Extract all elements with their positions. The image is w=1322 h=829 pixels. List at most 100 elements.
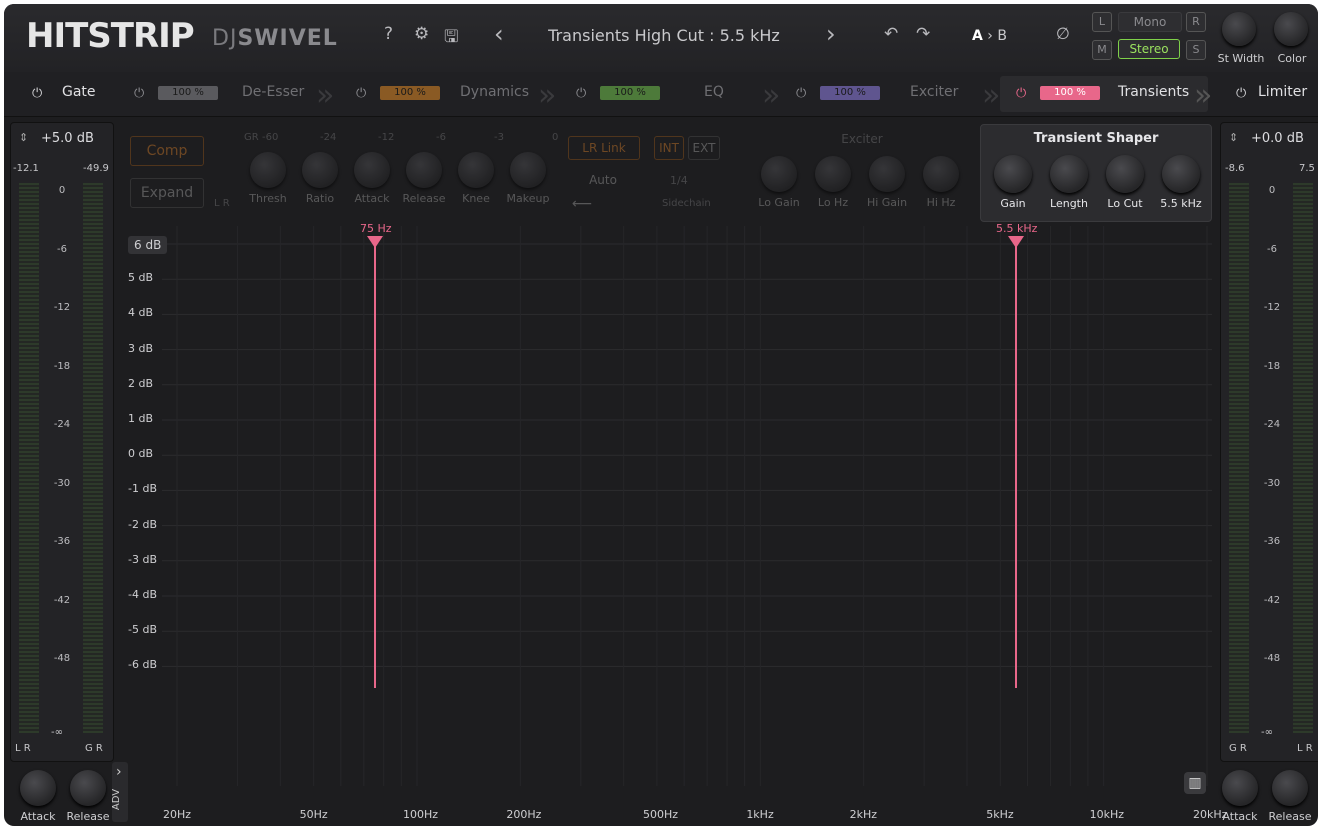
settings-icon[interactable]: ⚙ <box>414 24 429 44</box>
piano-icon[interactable]: ▥ <box>1184 772 1206 794</box>
gate-release-knob[interactable] <box>70 770 106 806</box>
attack-label: Attack <box>20 810 56 823</box>
lr-link-button[interactable]: LR Link <box>568 136 640 160</box>
hz-label: 2kHz <box>849 808 878 821</box>
module-tabs: ⏻ Gate ⏻ 100 % De-Esser » ⏻ 100 % Dynami… <box>4 72 1318 117</box>
tab-eq[interactable]: EQ <box>704 84 724 100</box>
comp-button[interactable]: Comp <box>130 136 204 166</box>
knob-label: Makeup <box>506 192 550 205</box>
preset-title[interactable]: Transients High Cut : 5.5 kHz <box>514 26 814 45</box>
ab-separator: › <box>982 28 998 44</box>
chevron-right-icon: » <box>316 78 335 113</box>
gr-scale: -60 -24 -12 -6 -3 0 <box>262 132 558 146</box>
release-arrow-icon: ⟵ <box>572 196 593 212</box>
5-5-khz-knob[interactable] <box>1162 155 1200 193</box>
meter-scale: 0 -6 -12 -18 -24 -30 -36 -42 -48 <box>49 123 75 723</box>
gate-power-icon[interactable]: ⏻ <box>32 86 42 101</box>
dynamics-power-icon[interactable]: ⏻ <box>356 86 366 101</box>
hi-hz-knob[interactable] <box>923 156 959 192</box>
expand-button[interactable]: Expand <box>130 178 204 208</box>
length-knob[interactable] <box>1050 155 1088 193</box>
save-icon[interactable]: 🖫 <box>444 24 458 53</box>
undo-icon[interactable]: ↶ <box>884 24 898 44</box>
knob-label: Lo Hz <box>817 196 849 209</box>
attack-knob[interactable] <box>354 152 390 188</box>
chevron-right-icon: » <box>762 78 781 113</box>
tab-limiter[interactable]: Limiter <box>1258 84 1307 100</box>
db-label: 3 dB <box>128 341 154 355</box>
lo-cut-knob[interactable] <box>1106 155 1144 193</box>
transient-shaper-panel: Transient Shaper Gain Length Lo Cut 5.5 kHz <box>980 124 1212 222</box>
adv-toggle[interactable]: › ADV <box>111 762 128 822</box>
adv-chevron-icon: › <box>116 764 122 780</box>
meter-scale-tick: -6 <box>1267 243 1277 255</box>
lo-gain-knob[interactable] <box>761 156 797 192</box>
brand-dj: DJ <box>212 26 238 51</box>
meter-scale-tick: 0 <box>1268 185 1276 196</box>
chevron-right-icon: » <box>982 78 1001 113</box>
thresh-knob[interactable] <box>250 152 286 188</box>
limiter-release-knob[interactable] <box>1272 770 1308 806</box>
knob-label: Hi Hz <box>926 196 956 209</box>
prev-preset-icon[interactable]: ‹ <box>494 20 504 48</box>
knee-knob[interactable] <box>458 152 494 188</box>
ab-compare[interactable]: A › B <box>972 28 1007 44</box>
lo-hz-knob[interactable] <box>815 156 851 192</box>
mid-button[interactable]: M <box>1092 40 1112 60</box>
stereo-width-knob[interactable] <box>1222 12 1256 46</box>
makeup-knob[interactable] <box>510 152 546 188</box>
color-knob[interactable] <box>1274 12 1308 46</box>
exciter-power-icon[interactable]: ⏻ <box>796 86 806 101</box>
ratio-knob[interactable] <box>302 152 338 188</box>
chevron-right-icon: » <box>1194 78 1213 113</box>
knob-label: Release <box>402 192 446 205</box>
mono-button[interactable]: Mono <box>1118 12 1182 32</box>
sidechain-rate[interactable]: 1/4 <box>670 174 688 187</box>
spectrum-plot[interactable]: 6 dB 5 dB 4 dB 3 dB 2 dB 1 dB 0 dB -1 dB -2 dB -3… <box>122 226 1212 786</box>
tab-deesser[interactable]: De-Esser <box>242 84 304 100</box>
gain-stepper-icon[interactable]: ⇕ <box>1229 131 1238 144</box>
limiter-attack-knob[interactable] <box>1222 770 1258 806</box>
tab-gate[interactable]: Gate <box>62 84 96 100</box>
eq-power-icon[interactable]: ⏻ <box>576 86 586 101</box>
level-meter-bar <box>19 183 39 733</box>
exciter-mix[interactable]: 100 % <box>820 86 880 100</box>
gate-attack-knob[interactable] <box>20 770 56 806</box>
deesser-mix[interactable]: 100 % <box>158 86 218 100</box>
tab-transients[interactable]: Transients <box>1118 84 1189 100</box>
stereo-width-label: St Width <box>1217 52 1265 65</box>
knob-label: Length <box>1050 197 1088 210</box>
int-button[interactable]: INT <box>654 136 684 160</box>
gain-stepper-icon[interactable]: ⇕ <box>19 131 28 144</box>
transients-mix[interactable]: 100 % <box>1040 86 1100 100</box>
auto-button[interactable]: Auto <box>568 170 638 190</box>
high-cut-marker-label: 5.5 kHz <box>996 222 1038 235</box>
tab-exciter[interactable]: Exciter <box>910 84 958 100</box>
gr-meter-bar <box>83 183 103 733</box>
high-cut-marker-line[interactable] <box>1015 244 1017 688</box>
tab-dynamics[interactable]: Dynamics <box>460 84 529 100</box>
deesser-power-icon[interactable]: ⏻ <box>134 86 144 101</box>
attack-label: Attack <box>1222 810 1258 823</box>
side-button[interactable]: S <box>1186 40 1206 60</box>
stereo-button[interactable]: Stereo <box>1118 39 1180 59</box>
low-cut-marker-line[interactable] <box>374 244 376 688</box>
next-preset-icon[interactable]: › <box>826 20 836 48</box>
exciter-panel: Exciter Lo Gain Lo Hz Hi Gain Hi Hz <box>752 122 972 222</box>
redo-icon[interactable]: ↷ <box>916 24 930 44</box>
left-channel-button[interactable]: L <box>1092 12 1112 32</box>
hi-gain-knob[interactable] <box>869 156 905 192</box>
release-knob[interactable] <box>406 152 442 188</box>
eq-mix[interactable]: 100 % <box>600 86 660 100</box>
knob-label: Thresh <box>249 192 287 205</box>
phase-invert-icon[interactable]: ∅ <box>1056 24 1070 43</box>
limiter-power-icon[interactable]: ⏻ <box>1236 86 1246 101</box>
right-channel-button[interactable]: R <box>1186 12 1206 32</box>
brand-swivel: SWIVEL <box>237 26 338 51</box>
dynamics-mix[interactable]: 100 % <box>380 86 440 100</box>
peak-right: -49.9 <box>83 163 109 174</box>
help-icon[interactable]: ? <box>384 24 393 44</box>
gain-knob[interactable] <box>994 155 1032 193</box>
ext-button[interactable]: EXT <box>688 136 720 160</box>
transients-power-icon[interactable]: ⏻ <box>1016 86 1026 101</box>
